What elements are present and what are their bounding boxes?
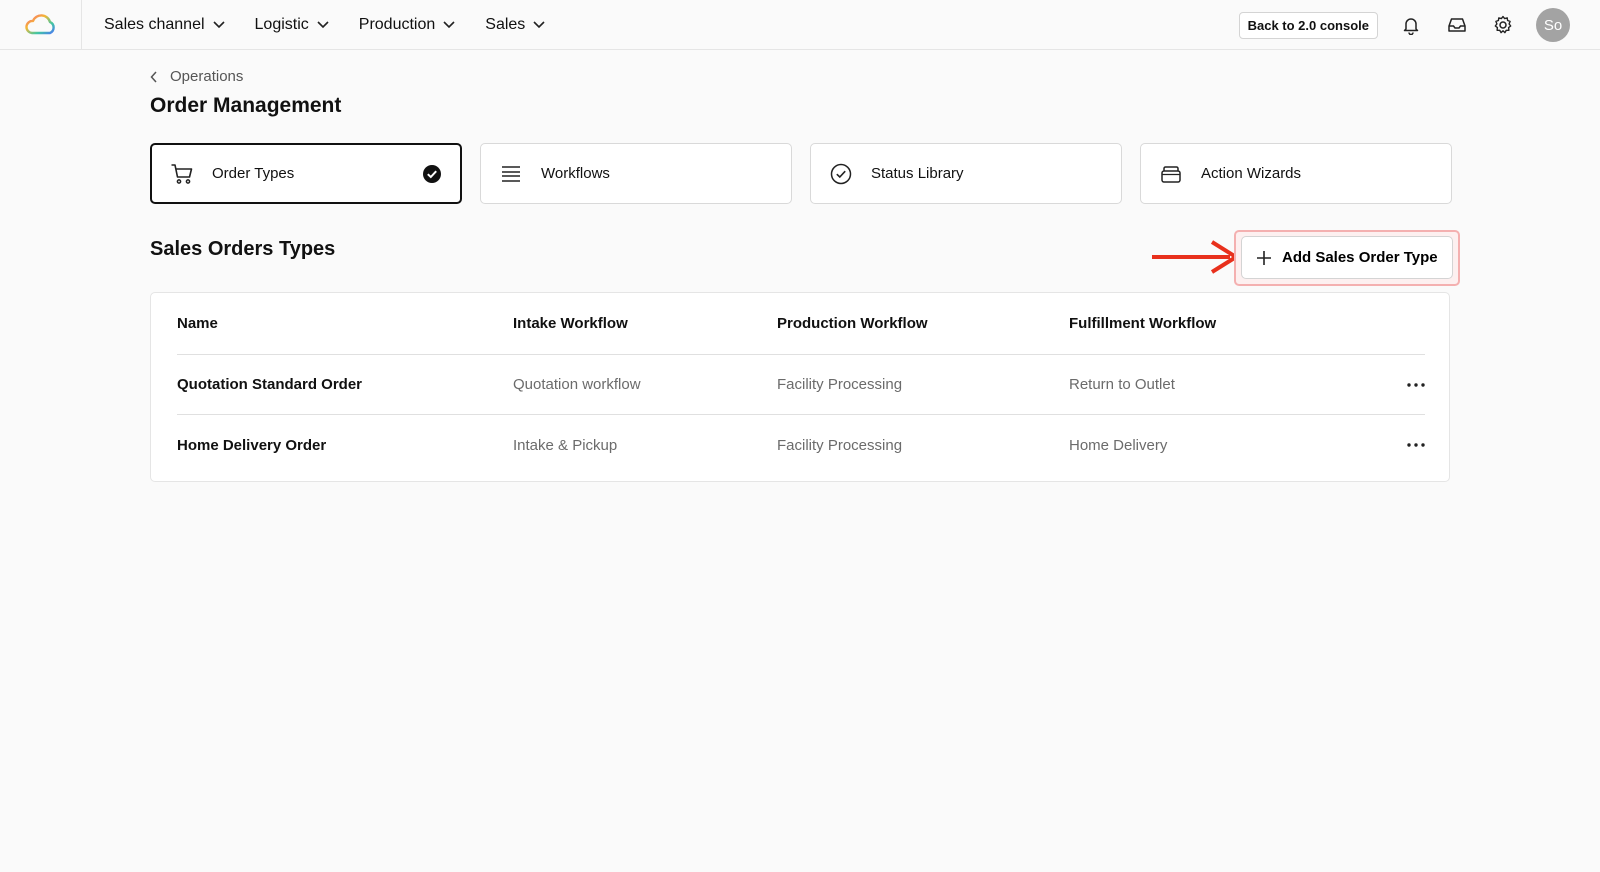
more-horizontal-icon [1407,382,1425,387]
cell-production: Facility Processing [777,436,903,454]
plus-icon [1257,250,1271,265]
breadcrumb[interactable]: Operations [150,68,243,85]
inbox-button[interactable] [1444,12,1470,38]
column-header: Name [177,315,218,332]
chevron-left-icon [150,70,157,83]
table-row[interactable]: Quotation Standard Order Quotation workf… [177,355,1425,415]
card-label: Action Wizards [1201,165,1302,182]
check-circle-icon [830,163,852,184]
card-action-wizards[interactable]: Action Wizards [1140,143,1452,204]
page-title: Order Management [150,94,342,117]
cell-name: Home Delivery Order [177,436,327,454]
card-label: Workflows [541,165,610,182]
breadcrumb-label: Operations [170,68,244,85]
nav-production[interactable]: Production [359,16,456,34]
nav-logistic[interactable]: Logistic [255,16,329,34]
card-workflows[interactable]: Workflows [480,143,792,204]
card-label: Status Library [871,165,964,182]
nav-label: Logistic [254,15,309,33]
add-button-label: Add Sales Order Type [1282,249,1438,266]
chevron-down-icon [212,20,225,28]
cell-production: Facility Processing [777,376,903,393]
cell-fulfillment: Home Delivery [1069,436,1168,454]
table-row[interactable]: Home Delivery Order Intake & Pickup Faci… [177,415,1425,475]
chevron-down-icon [533,20,545,28]
order-types-table: Name Intake Workflow Production Workflow… [150,292,1450,482]
notifications-button[interactable] [1398,12,1424,38]
nav-sales-channel[interactable]: Sales channel [104,16,225,34]
cell-intake: Quotation workflow [513,376,641,393]
card-label: Order Types [212,165,295,182]
nav-label: Production [358,15,436,33]
nav-sales[interactable]: Sales [485,16,545,34]
gear-icon [1494,15,1512,34]
cloud-logo-icon [24,13,55,34]
more-horizontal-icon [1407,443,1425,447]
chevron-down-icon [317,20,329,28]
main-nav: Sales channel Logistic Production Sales [104,16,575,34]
top-navigation-bar: Sales channel Logistic Production Sales … [0,0,1600,50]
settings-button[interactable] [1490,12,1516,38]
section-cards: Order Types Workflows Status Library Act… [150,143,1470,204]
cell-name: Quotation Standard Order [177,376,363,393]
column-header: Production Workflow [777,315,928,332]
section-title: Sales Orders Types [150,238,336,260]
box-icon [1161,165,1181,183]
nav-label: Sales [485,15,526,33]
column-header: Intake Workflow [513,315,628,332]
check-circle-filled-icon [423,165,441,183]
bell-icon [1403,18,1419,35]
nav-label: Sales channel [104,15,205,33]
list-icon [502,165,520,182]
chevron-down-icon [443,20,455,28]
logo[interactable] [0,0,82,50]
row-actions-button[interactable] [1385,443,1425,447]
card-status-library[interactable]: Status Library [810,143,1122,204]
table-header: Name Intake Workflow Production Workflow… [177,293,1425,355]
top-right-actions: Back to 2.0 console So [1238,0,1570,50]
add-sales-order-type-button[interactable]: Add Sales Order Type [1241,236,1453,279]
inbox-icon [1448,18,1466,32]
cell-intake: Intake & Pickup [513,436,618,454]
red-arrow-annotation [1152,240,1238,274]
card-order-types[interactable]: Order Types [150,143,462,204]
column-header: Fulfillment Workflow [1069,315,1217,332]
back-to-console-button[interactable]: Back to 2.0 console [1238,11,1378,39]
user-avatar[interactable]: So [1536,8,1570,42]
cell-fulfillment: Return to Outlet [1069,376,1175,393]
cart-icon [171,163,193,184]
row-actions-button[interactable] [1385,382,1425,387]
